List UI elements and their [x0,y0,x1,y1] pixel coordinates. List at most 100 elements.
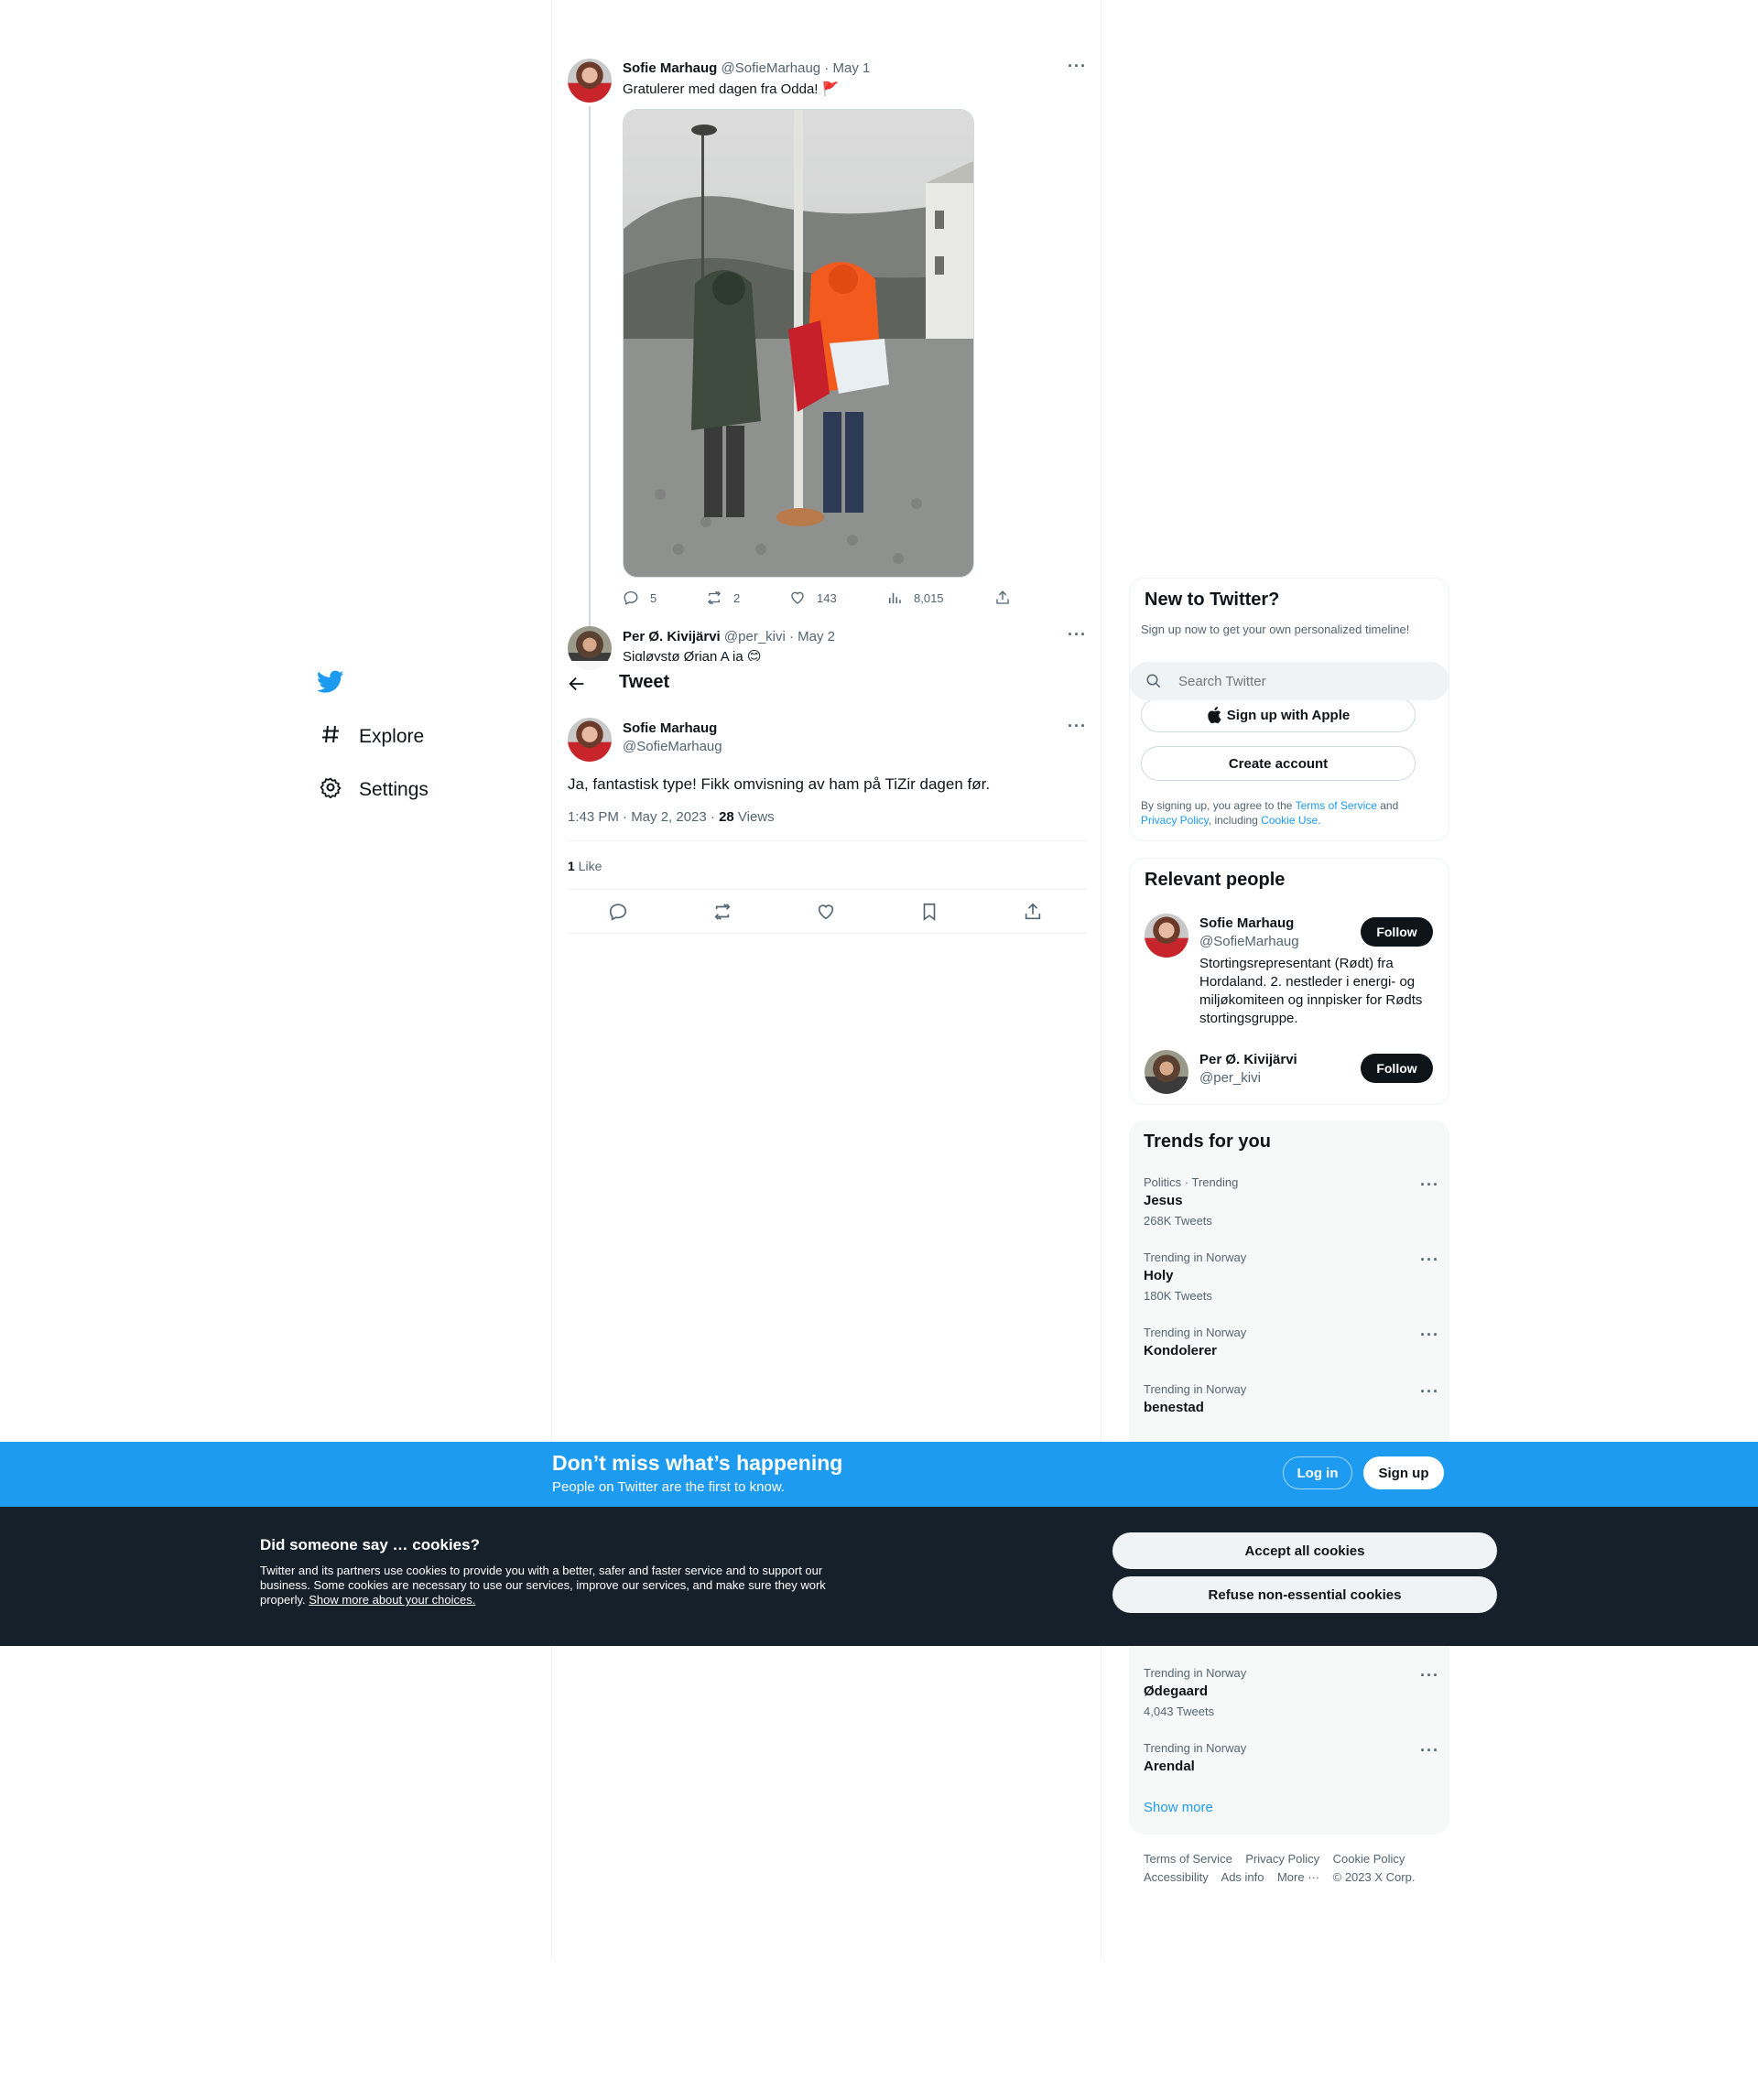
trend-name: Holy [1144,1268,1174,1283]
more-options-icon[interactable]: ··· [1420,1175,1439,1195]
twitter-logo[interactable] [316,670,344,698]
follow-button[interactable]: Follow [1361,917,1433,947]
tweet-photo[interactable] [623,109,974,578]
main-tweet-author: Sofie Marhaug @SofieMarhaug [623,720,722,754]
show-more-link[interactable]: Show more [1144,1800,1213,1815]
trend-item[interactable]: Trending in Norway Kondolerer [1144,1326,1246,1359]
tweet-date[interactable]: · May 1 [824,60,870,76]
author-handle[interactable]: @SofieMarhaug [722,60,821,76]
more-options-icon[interactable]: ··· [1420,1382,1439,1402]
like-button[interactable]: 143 [789,590,837,606]
signup-button[interactable]: Sign up [1363,1456,1444,1489]
nav-settings[interactable]: Settings [317,776,429,804]
tweet-timestamp[interactable]: 1:43 PM · May 2, 2023 · [568,809,719,825]
main-column-left-border [551,0,552,1959]
create-account-button[interactable]: Create account [1141,746,1416,781]
search-input[interactable] [1178,673,1416,689]
second-tweet-header: Per Ø. Kivijärvi @per_kivi · May 2 [623,629,835,644]
arrow-left-icon [569,677,584,691]
footer-ads-link[interactable]: Ads info [1221,1870,1264,1884]
footer-links-row1: Terms of Service Privacy Policy Cookie P… [1144,1852,1405,1866]
twitter-bird-icon [316,670,344,693]
retweet-button[interactable] [712,902,732,926]
more-options-icon[interactable]: ··· [1068,625,1087,644]
more-options-icon[interactable]: ··· [1420,1326,1439,1345]
trend-name: Ødegaard [1144,1683,1209,1699]
trend-category: Trending in Norway [1144,1326,1247,1339]
cookie-use-link[interactable]: Cookie Use. [1261,814,1320,827]
likes-summary[interactable]: 1 Like [568,859,602,873]
thread-line [589,106,591,632]
signup-subtitle: Sign up now to get your own personalized… [1141,622,1410,636]
trend-category: Politics · Trending [1144,1175,1239,1189]
trend-item[interactable]: Politics · Trending Jesus 268K Tweets [1144,1175,1238,1228]
nav-explore-label: Explore [359,726,425,747]
apple-icon [1208,707,1221,723]
footer-privacy-link[interactable]: Privacy Policy [1245,1852,1319,1866]
retweet-count: 2 [733,590,741,605]
person-name[interactable]: Per Ø. Kivijärvi [1199,1052,1297,1067]
follow-button[interactable]: Follow [1361,1054,1433,1083]
page-title: Tweet [619,672,670,692]
cookie-choices-link[interactable]: Show more about your choices. [309,1593,475,1607]
trend-item[interactable]: Trending in Norway Arendal [1144,1741,1246,1774]
author-handle[interactable]: @SofieMarhaug [623,739,722,754]
retweet-button[interactable]: 2 [706,590,740,606]
more-options-icon[interactable]: ··· [1420,1741,1439,1760]
reply-button[interactable] [608,902,628,926]
trend-item[interactable]: Trending in Norway Ødegaard 4,043 Tweets [1144,1666,1246,1718]
refuse-cookies-button[interactable]: Refuse non-essential cookies [1112,1576,1497,1613]
avatar[interactable] [1145,1050,1188,1094]
likes-label: Like [574,859,602,873]
trend-category: Trending in Norway [1144,1382,1247,1396]
back-button[interactable] [567,674,587,698]
reply-icon [624,590,638,605]
parent-tweet-header: Sofie Marhaug @SofieMarhaug · May 1 [623,60,870,76]
tweet-date[interactable]: · May 2 [789,629,835,644]
search-bar[interactable] [1129,662,1449,700]
more-options-icon[interactable]: ··· [1068,57,1087,76]
relevant-people-title: Relevant people [1145,870,1286,890]
banner-title: Don’t miss what’s happening [552,1451,843,1475]
person-name[interactable]: Sofie Marhaug [1199,915,1294,931]
cookie-banner: Did someone say … cookies? Twitter and i… [0,1507,1758,1646]
accept-cookies-button[interactable]: Accept all cookies [1112,1532,1497,1569]
person-handle[interactable]: @per_kivi [1199,1070,1261,1086]
footer-accessibility-link[interactable]: Accessibility [1144,1870,1209,1884]
privacy-link[interactable]: Privacy Policy [1141,814,1209,827]
footer-cookie-link[interactable]: Cookie Policy [1333,1852,1405,1866]
author-handle[interactable]: @per_kivi [724,629,786,644]
bookmark-button[interactable] [919,902,939,926]
like-button[interactable] [816,902,836,926]
login-button[interactable]: Log in [1283,1456,1352,1489]
share-icon [996,590,1009,604]
bookmark-icon [923,903,936,921]
trend-item[interactable]: Trending in Norway Holy 180K Tweets [1144,1250,1246,1303]
more-options-icon[interactable]: ··· [1420,1250,1439,1270]
share-button[interactable] [1023,902,1043,926]
trend-name: benestad [1144,1400,1204,1415]
footer-terms-link[interactable]: Terms of Service [1144,1852,1232,1866]
gear-icon [317,776,344,804]
author-name[interactable]: Sofie Marhaug [623,60,717,76]
terms-link[interactable]: Terms of Service [1296,799,1377,812]
trend-item[interactable]: Trending in Norway benestad [1144,1382,1246,1415]
author-name[interactable]: Sofie Marhaug [623,720,722,736]
share-button[interactable] [994,590,1022,606]
more-options-icon[interactable]: ··· [1068,717,1087,736]
person-handle[interactable]: @SofieMarhaug [1199,934,1299,949]
avatar[interactable] [568,718,612,762]
cookie-body: Twitter and its partners use cookies to … [260,1564,846,1607]
signup-apple-button[interactable]: Sign up with Apple [1141,698,1416,732]
avatar[interactable] [1145,914,1188,958]
avatar[interactable] [568,59,612,103]
banner-subtitle: People on Twitter are the first to know. [552,1479,786,1495]
footer-more-link[interactable]: More ··· [1277,1870,1319,1884]
reply-button[interactable]: 5 [623,590,657,606]
trend-category: Trending in Norway [1144,1741,1247,1755]
views-button[interactable]: 8,015 [886,590,944,606]
footer-links-row2: Accessibility Ads info More ··· © 2023 X… [1144,1870,1415,1884]
more-options-icon[interactable]: ··· [1420,1666,1439,1685]
author-name[interactable]: Per Ø. Kivijärvi [623,629,721,644]
nav-explore[interactable]: Explore [317,723,424,751]
